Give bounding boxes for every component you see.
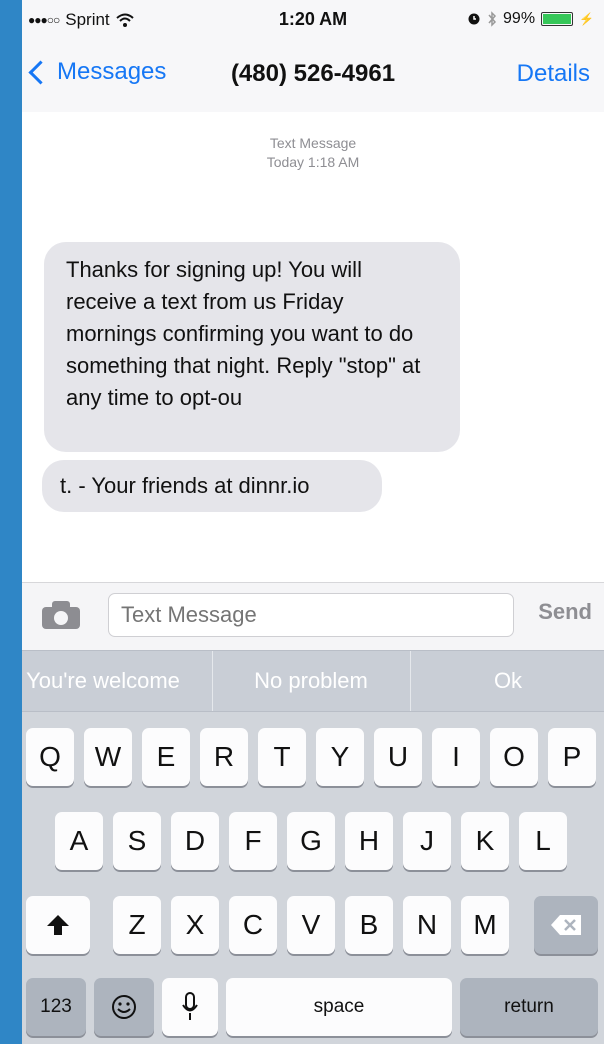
- key-t[interactable]: T: [258, 728, 306, 786]
- microphone-icon: [182, 992, 198, 1020]
- key-q[interactable]: Q: [26, 728, 74, 786]
- key-v[interactable]: V: [287, 896, 335, 954]
- received-message-bubble[interactable]: Thanks for signing up! You will receive …: [44, 242, 460, 452]
- delete-key[interactable]: [534, 896, 598, 954]
- key-g[interactable]: G: [287, 812, 335, 870]
- charging-icon: ⚡: [579, 12, 594, 26]
- message-type-label: Text Message: [269, 135, 357, 151]
- space-key[interactable]: space: [226, 978, 452, 1036]
- phone-screen: ●●●○○ Sprint 1:20 AM 99% ⚡ Messages (480…: [22, 0, 604, 1044]
- battery-icon: [541, 12, 574, 26]
- battery-percent: 99%: [503, 10, 536, 27]
- emoji-icon: [112, 995, 136, 1019]
- battery-level: [543, 14, 571, 24]
- key-f[interactable]: F: [229, 812, 277, 870]
- key-h[interactable]: H: [345, 812, 393, 870]
- thread-meta: Text Message Today 1:18 AM: [22, 134, 604, 172]
- key-j[interactable]: J: [403, 812, 451, 870]
- key-c[interactable]: C: [229, 896, 277, 954]
- numbers-key[interactable]: 123: [26, 978, 86, 1036]
- key-x[interactable]: X: [171, 896, 219, 954]
- key-a[interactable]: A: [55, 812, 103, 870]
- key-s[interactable]: S: [113, 812, 161, 870]
- quicktype-suggestion[interactable]: Ok: [410, 651, 604, 711]
- quicktype-suggestion[interactable]: You're welcome: [22, 651, 210, 711]
- bluetooth-icon: [488, 11, 497, 27]
- key-i[interactable]: I: [432, 728, 480, 786]
- keyboard: Q W E R T Y U I O P A S D F G H J K L Z …: [22, 712, 604, 1044]
- key-e[interactable]: E: [142, 728, 190, 786]
- alarm-icon: [468, 13, 480, 25]
- key-l[interactable]: L: [519, 812, 567, 870]
- dictation-key[interactable]: [162, 978, 218, 1036]
- key-z[interactable]: Z: [113, 896, 161, 954]
- key-o[interactable]: O: [490, 728, 538, 786]
- key-p[interactable]: P: [548, 728, 596, 786]
- compose-bar: Send: [22, 582, 604, 651]
- message-thread[interactable]: Text Message Today 1:18 AM Thanks for si…: [22, 112, 604, 582]
- key-u[interactable]: U: [374, 728, 422, 786]
- backspace-icon: [551, 915, 581, 935]
- navigation-bar: Messages (480) 526-4961 Details: [22, 40, 604, 113]
- key-d[interactable]: D: [171, 812, 219, 870]
- key-b[interactable]: B: [345, 896, 393, 954]
- message-timestamp: Today 1:18 AM: [266, 154, 360, 170]
- key-m[interactable]: M: [461, 896, 509, 954]
- camera-icon[interactable]: [42, 601, 80, 629]
- quicktype-bar: You're welcome No problem Ok: [22, 650, 604, 712]
- key-r[interactable]: R: [200, 728, 248, 786]
- key-y[interactable]: Y: [316, 728, 364, 786]
- shift-arrow-icon: [47, 915, 69, 935]
- shift-key[interactable]: [26, 896, 90, 954]
- return-key[interactable]: return: [460, 978, 598, 1036]
- status-bar: ●●●○○ Sprint 1:20 AM 99% ⚡: [22, 0, 604, 40]
- key-n[interactable]: N: [403, 896, 451, 954]
- key-k[interactable]: K: [461, 812, 509, 870]
- details-button[interactable]: Details: [517, 60, 590, 88]
- send-button[interactable]: Send: [538, 599, 592, 625]
- quicktype-suggestion[interactable]: No problem: [212, 651, 409, 711]
- emoji-key[interactable]: [94, 978, 154, 1036]
- message-input[interactable]: [108, 593, 514, 637]
- received-message-bubble[interactable]: t. - Your friends at dinnr.io: [42, 460, 382, 512]
- status-right: 99% ⚡: [467, 10, 594, 28]
- key-w[interactable]: W: [84, 728, 132, 786]
